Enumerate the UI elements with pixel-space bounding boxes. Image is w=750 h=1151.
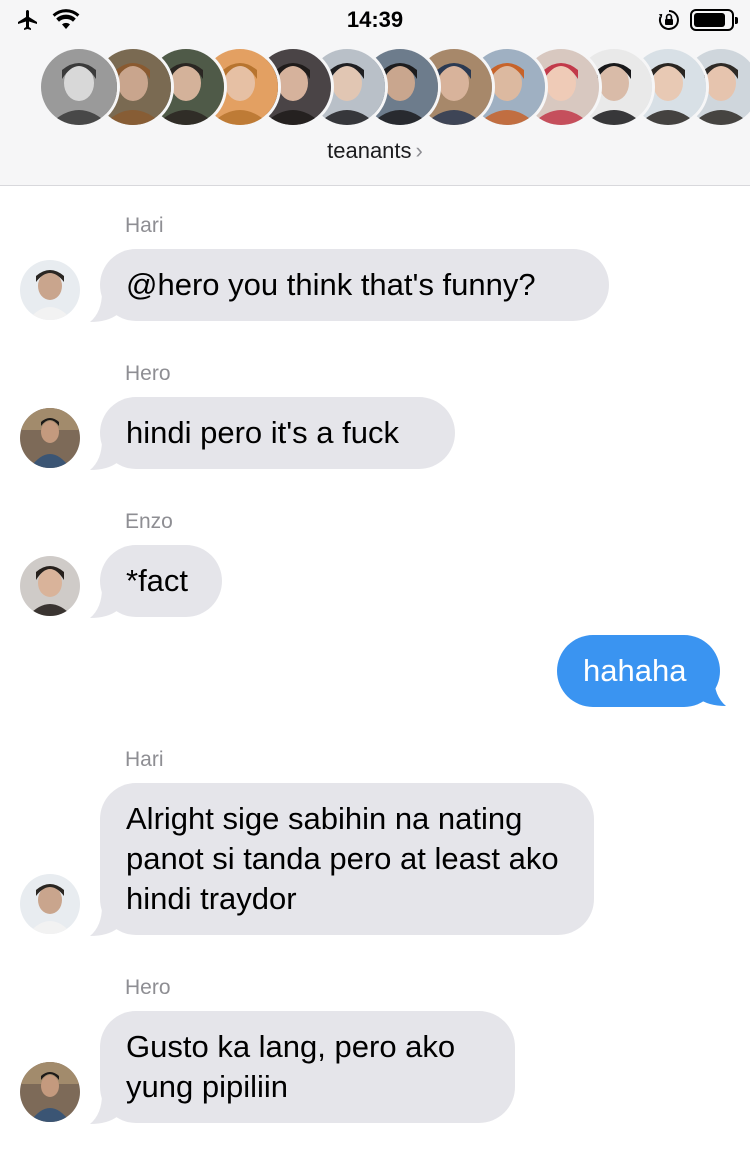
chevron-right-icon: ›: [415, 138, 423, 163]
battery-icon: [690, 9, 738, 31]
conversation-header: 14:39 teanants ›: [0, 0, 750, 186]
conversation-title[interactable]: teanants ›: [0, 138, 750, 164]
message-text: Gusto ka lang, pero ako yung pipiliin: [126, 1029, 456, 1104]
message-text: *fact: [126, 563, 189, 598]
message-bubble[interactable]: Alright sige sabihin na nating panot si …: [100, 783, 594, 935]
message-text: hahaha: [583, 653, 687, 688]
conversation-title-text[interactable]: teanants: [327, 138, 411, 163]
sender-name: Enzo: [125, 510, 173, 533]
battery-level-fill: [694, 13, 725, 27]
sender-name: Hari: [125, 748, 164, 771]
status-right: [658, 9, 738, 31]
orientation-lock-icon: [658, 10, 679, 30]
message-bubble-outgoing[interactable]: hahaha: [557, 635, 720, 707]
status-time: 14:39: [346, 7, 404, 32]
message-bubble[interactable]: @hero you think that's funny?: [100, 249, 609, 321]
message-bubble[interactable]: hindi pero it's a fuck: [100, 397, 455, 469]
group-member-avatars[interactable]: [38, 46, 750, 130]
sender-name: Hari: [125, 214, 164, 237]
avatar[interactable]: [20, 408, 80, 468]
message-text: hindi pero it's a fuck: [126, 415, 400, 450]
avatar[interactable]: [20, 1062, 80, 1122]
avatar[interactable]: [20, 556, 80, 616]
battery-nub: [735, 17, 738, 24]
sender-name: Hero: [125, 362, 171, 385]
message-bubble[interactable]: Gusto ka lang, pero ako yung pipiliin: [100, 1011, 515, 1123]
sender-name: Hero: [125, 976, 171, 999]
message-bubble[interactable]: *fact: [100, 545, 222, 617]
message-text: Alright sige sabihin na nating panot si …: [126, 801, 559, 916]
status-bar: 14:39: [0, 0, 750, 42]
message-text: @hero you think that's funny?: [126, 267, 536, 302]
avatar[interactable]: [20, 874, 80, 934]
group-member-avatar[interactable]: [38, 46, 120, 128]
avatar[interactable]: [20, 260, 80, 320]
